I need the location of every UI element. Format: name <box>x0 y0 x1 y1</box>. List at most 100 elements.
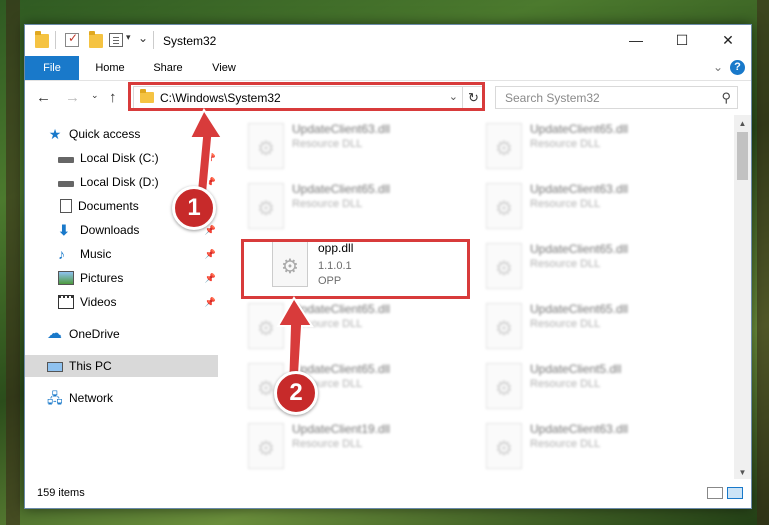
file-name: UpdateClient5.dll <box>530 362 622 376</box>
dll-file-icon <box>248 423 284 469</box>
disk-icon <box>58 181 74 187</box>
new-folder-icon[interactable] <box>89 31 103 48</box>
sidebar-item-onedrive[interactable]: ☁ OneDrive <box>47 323 217 345</box>
documents-icon <box>60 199 72 213</box>
sidebar-item-network[interactable]: 🖧 Network <box>47 387 217 409</box>
file-name: UpdateClient65.dll <box>530 122 629 136</box>
tab-file[interactable]: File <box>25 56 79 80</box>
file-item[interactable]: UpdateClient65.dll Resource DLL <box>486 239 716 293</box>
search-placeholder: Search System32 <box>505 91 600 105</box>
opp-dll-highlight <box>241 239 470 299</box>
tab-share[interactable]: Share <box>141 56 195 80</box>
sidebar-item-label: Pictures <box>80 271 124 285</box>
recent-locations-chevron-icon[interactable]: ⌄ <box>91 90 99 101</box>
sidebar-item-label: Network <box>69 391 114 405</box>
address-bar-highlight <box>128 82 485 111</box>
title-bar: ▾ ⌄ System32 — ☐ ✕ <box>25 25 751 56</box>
minimize-button[interactable]: — <box>613 25 659 56</box>
scroll-thumb[interactable] <box>737 132 748 180</box>
downloads-icon: ⬇ <box>58 222 70 238</box>
sidebar-item-label: Videos <box>80 295 117 309</box>
dll-file-icon <box>486 423 522 469</box>
dll-file-icon <box>248 183 284 229</box>
file-type: Resource DLL <box>292 438 363 450</box>
file-name: UpdateClient19.dll <box>292 422 391 436</box>
large-icons-view-icon[interactable] <box>727 487 743 499</box>
properties-checkmark-icon[interactable] <box>65 31 79 47</box>
folder-icon <box>35 31 49 48</box>
file-item[interactable]: UpdateClient63.dll Resource DLL <box>248 119 478 173</box>
dll-file-icon <box>248 123 284 169</box>
close-button[interactable]: ✕ <box>705 25 751 56</box>
file-name: UpdateClient63.dll <box>530 422 629 436</box>
file-name: UpdateClient63.dll <box>292 122 391 136</box>
file-type: Resource DLL <box>292 138 363 150</box>
status-bar: 159 items <box>25 479 751 508</box>
sidebar-item-label: Quick access <box>69 127 141 141</box>
details-view-icon[interactable] <box>707 487 723 499</box>
file-item[interactable]: UpdateClient63.dll Resource DLL <box>486 179 716 233</box>
search-input[interactable]: Search System32 ⚲ <box>495 86 738 109</box>
file-type: Resource DLL <box>530 378 601 390</box>
sidebar-item-label: Downloads <box>80 223 140 237</box>
sidebar-item-videos[interactable]: Videos 📌 <box>58 291 216 313</box>
file-type: Resource DLL <box>530 198 601 210</box>
network-icon: 🖧 <box>47 390 63 406</box>
search-icon[interactable]: ⚲ <box>721 90 731 106</box>
step-2-badge: 2 <box>274 371 318 415</box>
forward-arrow-icon[interactable]: → <box>65 89 80 106</box>
ribbon-tabs: File Home Share View ⌄ ? <box>25 56 751 81</box>
file-name: UpdateClient63.dll <box>530 182 629 196</box>
dll-file-icon <box>486 243 522 289</box>
star-icon: ★ <box>48 126 62 142</box>
expand-ribbon-chevron-icon[interactable]: ⌄ <box>713 60 723 74</box>
file-item[interactable]: UpdateClient65.dll Resource DLL <box>486 119 716 173</box>
sidebar-item-label: Music <box>80 247 112 261</box>
dll-file-icon <box>486 303 522 349</box>
dll-file-icon <box>486 183 522 229</box>
file-item[interactable]: UpdateClient63.dll Resource DLL <box>486 419 716 473</box>
file-item[interactable]: UpdateClient19.dll Resource DLL <box>248 419 478 473</box>
pictures-icon <box>58 271 74 285</box>
background-tree <box>757 0 769 525</box>
divider <box>153 31 154 49</box>
dll-file-icon <box>486 363 522 409</box>
toolbar-dropdown-icon[interactable]: ▾ <box>126 32 131 43</box>
file-name: UpdateClient65.dll <box>530 302 629 316</box>
scroll-up-arrow-icon[interactable]: ▲ <box>734 115 751 132</box>
quick-access-toolbar-chevron-icon[interactable]: ⌄ <box>138 31 148 45</box>
window-title: System32 <box>163 34 217 48</box>
file-type: Resource DLL <box>530 318 601 330</box>
vertical-scrollbar[interactable]: ▲ ▼ <box>734 115 751 481</box>
tab-home[interactable]: Home <box>83 56 137 80</box>
sidebar-item-music[interactable]: ♪ Music 📌 <box>58 243 216 265</box>
sidebar-item-this-pc[interactable]: This PC <box>25 355 218 377</box>
file-name: UpdateClient65.dll <box>292 182 391 196</box>
item-count: 159 items <box>37 487 85 499</box>
pin-icon: 📌 <box>204 224 216 235</box>
file-item[interactable]: UpdateClient65.dll Resource DLL <box>248 179 478 233</box>
sidebar-item-label: Local Disk (D:) <box>80 175 159 189</box>
disk-icon <box>58 157 74 163</box>
file-name: UpdateClient65.dll <box>530 242 629 256</box>
maximize-button[interactable]: ☐ <box>659 25 705 56</box>
help-icon[interactable]: ? <box>730 60 745 75</box>
pin-icon: 📌 <box>204 272 216 283</box>
music-icon: ♪ <box>58 246 65 262</box>
file-item[interactable]: UpdateClient65.dll Resource DLL <box>486 299 716 353</box>
tab-view[interactable]: View <box>197 56 251 80</box>
dll-file-icon <box>486 123 522 169</box>
file-type: Resource DLL <box>530 258 601 270</box>
back-arrow-icon[interactable]: ← <box>36 89 51 106</box>
onedrive-icon: ☁ <box>47 325 62 342</box>
videos-icon <box>58 295 74 309</box>
sidebar-item-label: Documents <box>78 199 139 213</box>
file-item[interactable]: UpdateClient5.dll Resource DLL <box>486 359 716 413</box>
up-arrow-icon[interactable]: ↑ <box>109 89 117 106</box>
sidebar-item-pictures[interactable]: Pictures 📌 <box>58 267 216 289</box>
pin-icon: 📌 <box>204 296 216 307</box>
sidebar-item-label: This PC <box>69 359 112 373</box>
step-1-badge: 1 <box>172 186 216 230</box>
this-pc-icon <box>47 361 63 372</box>
customize-toolbar-icon[interactable] <box>109 33 123 47</box>
